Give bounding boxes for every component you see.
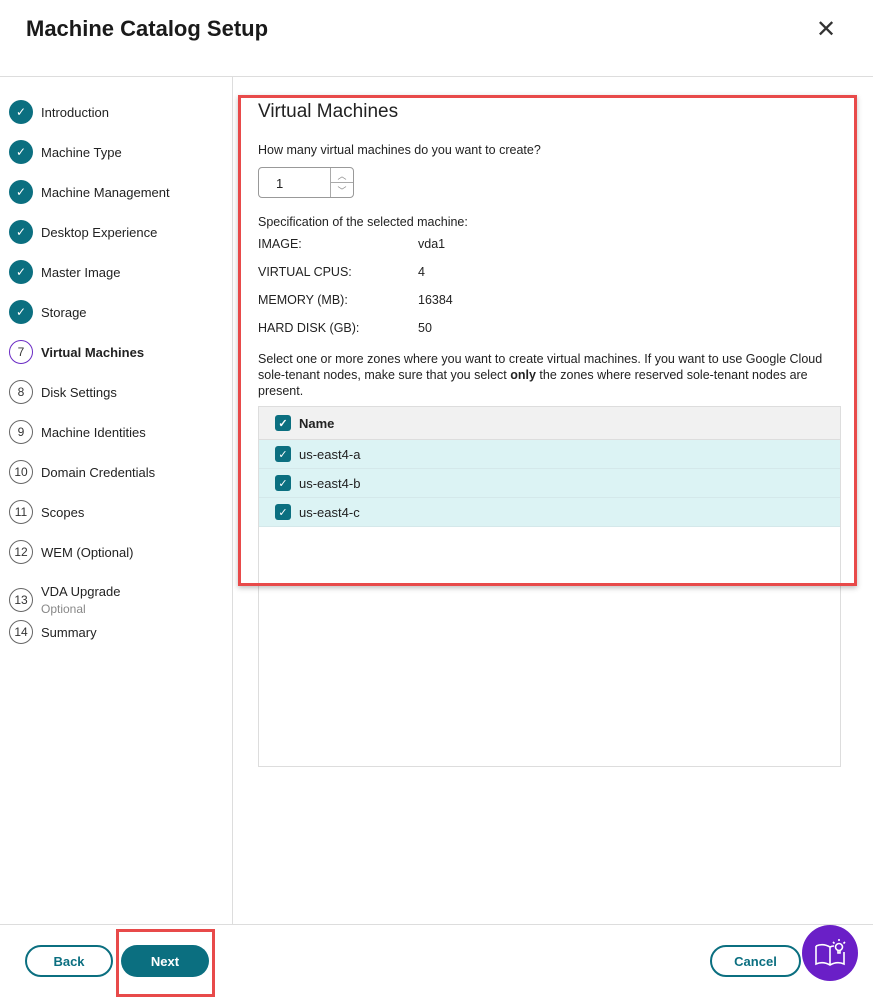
step-label: Disk Settings <box>41 385 117 400</box>
step-label-text: Machine Management <box>41 184 170 200</box>
step-13[interactable]: 13 VDA Upgrade Optional <box>9 584 121 616</box>
step-8[interactable]: 8 Disk Settings <box>9 380 117 404</box>
step-12[interactable]: 12 WEM (Optional) <box>9 540 133 564</box>
step-number: 9 <box>9 420 33 444</box>
next-highlight-box <box>116 929 215 997</box>
step-2[interactable]: ✓ Machine Type <box>9 140 122 164</box>
step-label-text: Disk Settings <box>41 384 117 400</box>
step-5[interactable]: ✓ Master Image <box>9 260 120 284</box>
step-10[interactable]: 10 Domain Credentials <box>9 460 155 484</box>
highlight-box <box>238 95 857 586</box>
step-label-text: WEM (Optional) <box>41 544 134 560</box>
step-label: Virtual Machines <box>41 345 144 360</box>
check-circle-icon: ✓ <box>9 180 33 204</box>
step-label-text: Storage <box>41 304 87 320</box>
check-circle-icon: ✓ <box>9 300 33 324</box>
step-number: 7 <box>9 340 33 364</box>
step-label-text: Introduction <box>41 104 109 120</box>
check-circle-icon: ✓ <box>9 140 33 164</box>
check-circle-icon: ✓ <box>9 100 33 124</box>
step-label: Summary <box>41 625 97 640</box>
step-4[interactable]: ✓ Desktop Experience <box>9 220 157 244</box>
cancel-button[interactable]: Cancel <box>710 945 801 977</box>
check-circle-icon: ✓ <box>9 220 33 244</box>
step-label-text: VDA Upgrade <box>41 584 121 599</box>
step-number: 13 <box>9 588 33 612</box>
step-label: Storage <box>41 305 87 320</box>
step-9[interactable]: 9 Machine Identities <box>9 420 146 444</box>
step-label-text: Machine Type <box>41 144 122 160</box>
step-1[interactable]: ✓ Introduction <box>9 100 109 124</box>
step-3[interactable]: ✓ Machine Management <box>9 180 170 204</box>
step-label: Machine Management <box>41 185 170 200</box>
step-label: Scopes <box>41 505 84 520</box>
step-14[interactable]: 14 Summary <box>9 620 97 644</box>
step-6[interactable]: ✓ Storage <box>9 300 87 324</box>
book-lightbulb-icon <box>815 939 846 966</box>
step-number: 12 <box>9 540 33 564</box>
step-number: 8 <box>9 380 33 404</box>
step-label-text: Domain Credentials <box>41 464 156 480</box>
step-label: Machine Type <box>41 145 122 160</box>
step-sublabel: Optional <box>41 602 86 616</box>
dialog-title: Machine Catalog Setup <box>26 16 269 41</box>
close-icon[interactable]: ✕ <box>816 18 836 42</box>
step-label: WEM (Optional) <box>41 545 133 560</box>
step-7[interactable]: 7 Virtual Machines <box>9 340 144 364</box>
footer-divider <box>0 924 873 925</box>
step-label: Desktop Experience <box>41 225 157 240</box>
step-label-text: Scopes <box>41 504 85 520</box>
step-label: Machine Identities <box>41 425 146 440</box>
step-label: Master Image <box>41 265 120 280</box>
steps-sidebar: ✓ Introduction ✓ Machine Type ✓ Machine Manag… <box>0 77 233 924</box>
step-label-text: Summary <box>41 624 97 640</box>
step-label-text: Desktop Experience <box>41 224 158 240</box>
step-label: Introduction <box>41 105 109 120</box>
step-label-text: Master Image <box>41 264 121 280</box>
step-label-text: Machine Identities <box>41 424 146 440</box>
step-11[interactable]: 11 Scopes <box>9 500 84 524</box>
back-button[interactable]: Back <box>25 945 113 977</box>
help-guide-button[interactable] <box>802 925 858 981</box>
step-number: 10 <box>9 460 33 484</box>
check-circle-icon: ✓ <box>9 260 33 284</box>
step-label-text: Virtual Machines <box>41 344 145 360</box>
step-number: 14 <box>9 620 33 644</box>
step-label: VDA Upgrade Optional <box>41 584 121 616</box>
step-number: 11 <box>9 500 33 524</box>
step-label: Domain Credentials <box>41 465 155 480</box>
